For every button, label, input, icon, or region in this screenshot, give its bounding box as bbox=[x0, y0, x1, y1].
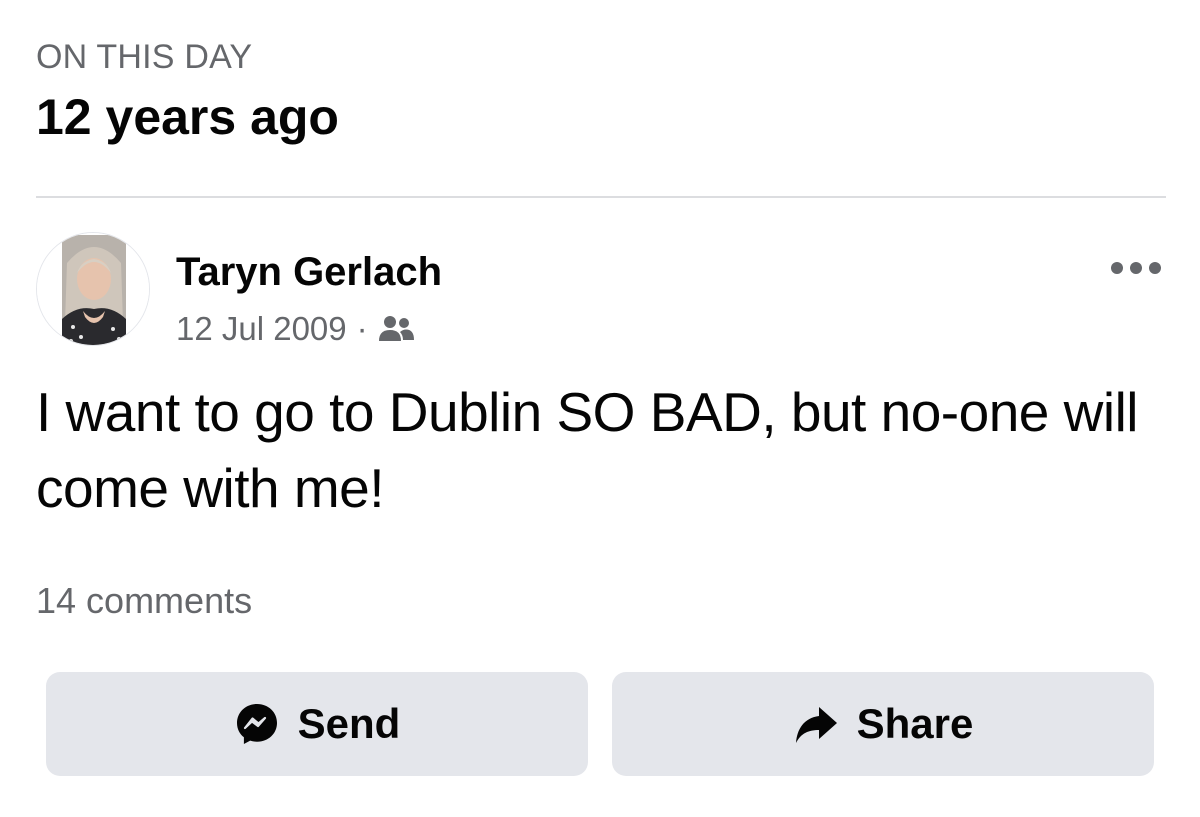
meta-separator: · bbox=[356, 310, 368, 347]
share-button[interactable]: Share bbox=[612, 672, 1154, 776]
share-arrow-icon bbox=[793, 701, 839, 747]
post-date[interactable]: 12 Jul 2009 bbox=[176, 310, 347, 348]
friends-icon[interactable] bbox=[378, 313, 416, 345]
post-meta: 12 Jul 2009 · bbox=[176, 310, 416, 348]
profile-photo bbox=[37, 233, 149, 345]
comments-count[interactable]: 14 comments bbox=[36, 580, 252, 622]
post-text: I want to go to Dublin SO BAD, but no-on… bbox=[36, 381, 1139, 519]
more-options-button[interactable] bbox=[1108, 250, 1164, 286]
send-label: Send bbox=[297, 700, 401, 747]
divider bbox=[36, 196, 1166, 198]
post-author[interactable]: Taryn Gerlach bbox=[176, 250, 442, 295]
send-button[interactable]: Send bbox=[46, 672, 588, 776]
memory-headline: 12 years ago bbox=[36, 89, 339, 145]
share-label: Share bbox=[856, 700, 974, 747]
more-options-icon bbox=[1111, 262, 1161, 274]
memory-kicker: ON THIS DAY bbox=[36, 38, 253, 76]
messenger-icon bbox=[234, 701, 280, 747]
avatar[interactable] bbox=[36, 232, 150, 346]
